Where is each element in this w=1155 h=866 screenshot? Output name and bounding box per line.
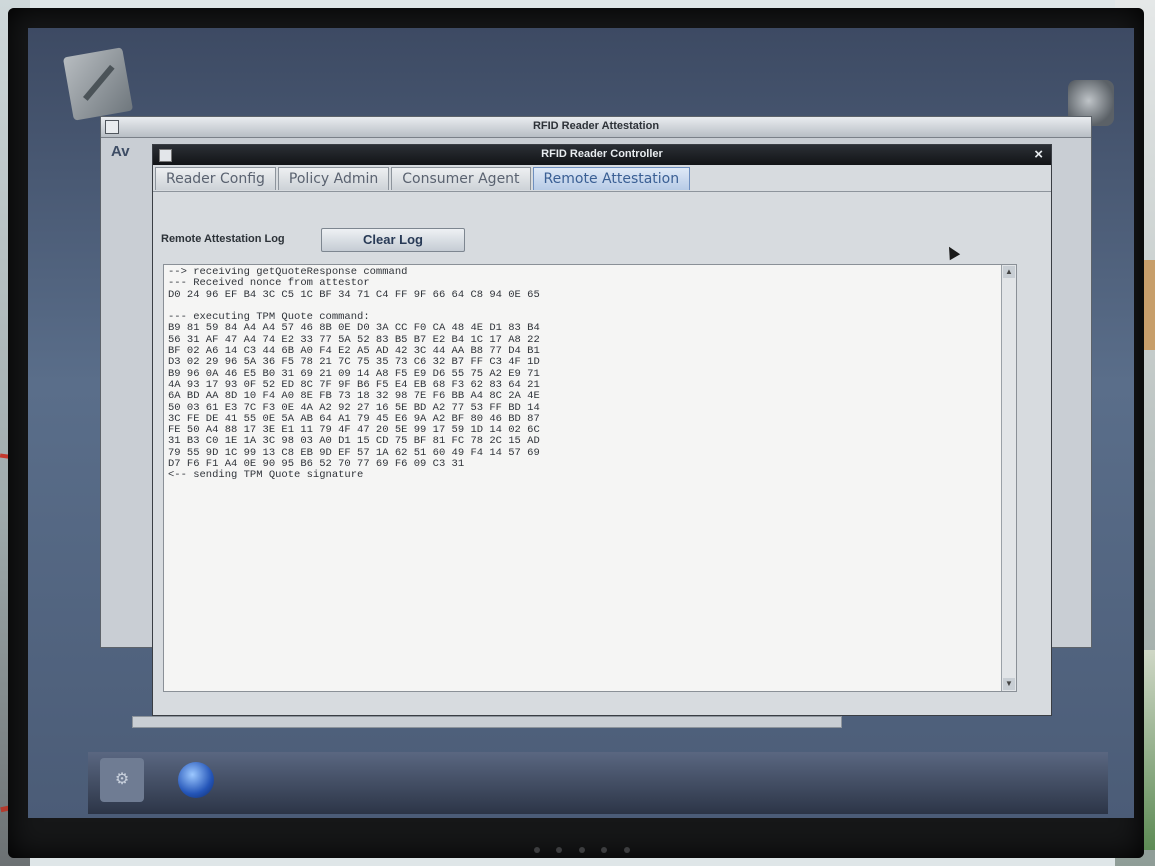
log-textarea[interactable]: --> receiving getQuoteResponse command -… xyxy=(163,264,1017,692)
window-titlebar[interactable]: RFID Reader Controller × xyxy=(153,145,1051,165)
window-bottom-strip xyxy=(132,716,842,728)
status-led-icon xyxy=(623,847,630,853)
clear-log-button[interactable]: Clear Log xyxy=(321,228,465,252)
laptop-bezel: RFID Reader Attestation Av RFID Reader C… xyxy=(8,8,1144,858)
tab-consumer-agent[interactable]: Consumer Agent xyxy=(391,167,531,190)
tab-policy-admin[interactable]: Policy Admin xyxy=(277,167,390,190)
taskbar-settings-icon[interactable]: ⚙ xyxy=(100,758,144,802)
scroll-up-icon[interactable]: ▲ xyxy=(1003,266,1015,278)
tab-bar: Reader Config Policy Admin Consumer Agen… xyxy=(153,167,691,191)
status-led-icon xyxy=(601,847,608,853)
log-line: B9 96 0A 46 E5 B0 31 69 21 09 14 A8 F5 E… xyxy=(168,367,540,380)
rfid-reader-controller-window: RFID Reader Controller × Reader Config P… xyxy=(152,144,1052,716)
log-line: 79 55 9D 1C 99 13 C8 EB 9D EF 57 1A 62 5… xyxy=(168,446,540,459)
close-icon[interactable]: × xyxy=(1034,146,1043,163)
desktop-screen: RFID Reader Attestation Av RFID Reader C… xyxy=(28,28,1134,818)
tab-remote-attestation[interactable]: Remote Attestation xyxy=(532,167,691,190)
log-line: 56 31 AF 47 A4 74 E2 33 77 5A 52 83 B5 B… xyxy=(168,333,540,346)
log-line: 50 03 61 E3 7C F3 0E 4A A2 92 27 16 5E B… xyxy=(168,401,540,414)
log-line: 31 B3 C0 1E 1A 3C 98 03 A0 D1 15 CD 75 B… xyxy=(168,435,540,448)
window-title: RFID Reader Controller xyxy=(541,148,663,160)
log-line: --- Received nonce from attestor xyxy=(168,277,370,290)
status-leds xyxy=(528,840,968,862)
log-output: --> receiving getQuoteResponse command -… xyxy=(168,267,998,687)
log-line: BF 02 A6 14 C3 44 6B A0 F4 E2 A5 AD 42 3… xyxy=(168,345,540,358)
log-line: D3 02 29 96 5A 36 F5 78 21 7C 75 35 73 C… xyxy=(168,356,540,369)
window-title: RFID Reader Attestation xyxy=(532,120,660,132)
status-led-icon xyxy=(578,847,585,853)
remote-attestation-panel: Remote Attestation Log Clear Log --> rec… xyxy=(153,192,1051,715)
taskbar xyxy=(88,752,1108,814)
log-line: 3C FE DE 41 55 0E 5A AB 64 A1 79 45 E6 9… xyxy=(168,412,540,425)
taskbar-globe-icon[interactable] xyxy=(178,762,214,798)
log-line: <-- sending TPM Quote signature xyxy=(168,469,364,482)
log-line: D0 24 96 EF B4 3C C5 1C BF 34 71 C4 FF 9… xyxy=(168,288,540,301)
log-line: --- executing TPM Quote command: xyxy=(168,311,370,324)
scroll-down-icon[interactable]: ▼ xyxy=(1003,678,1015,690)
log-line: 6A BD AA 8D 10 F4 A0 8E FB 73 18 32 98 7… xyxy=(168,390,540,403)
log-line: D7 F6 F1 A4 0E 90 95 B6 52 70 77 69 F6 0… xyxy=(168,458,465,471)
desktop-tool-icon[interactable] xyxy=(62,47,134,121)
log-line: FE 50 A4 88 17 3E E1 11 79 4F 47 20 5E 9… xyxy=(168,424,540,437)
window-titlebar[interactable]: RFID Reader Attestation xyxy=(101,117,1091,138)
log-line: B9 81 59 84 A4 A4 57 46 8B 0E D0 3A CC F… xyxy=(168,322,540,335)
tab-reader-config[interactable]: Reader Config xyxy=(155,167,276,190)
log-line: 4A 93 17 93 0F 52 ED 8C 7F 9F B6 F5 E4 E… xyxy=(168,378,540,391)
status-led-icon xyxy=(534,847,540,853)
status-led-icon xyxy=(556,847,563,853)
log-label: Remote Attestation Log xyxy=(161,233,285,245)
vertical-scrollbar[interactable]: ▲ ▼ xyxy=(1001,265,1016,691)
partial-label: Av xyxy=(111,143,130,160)
